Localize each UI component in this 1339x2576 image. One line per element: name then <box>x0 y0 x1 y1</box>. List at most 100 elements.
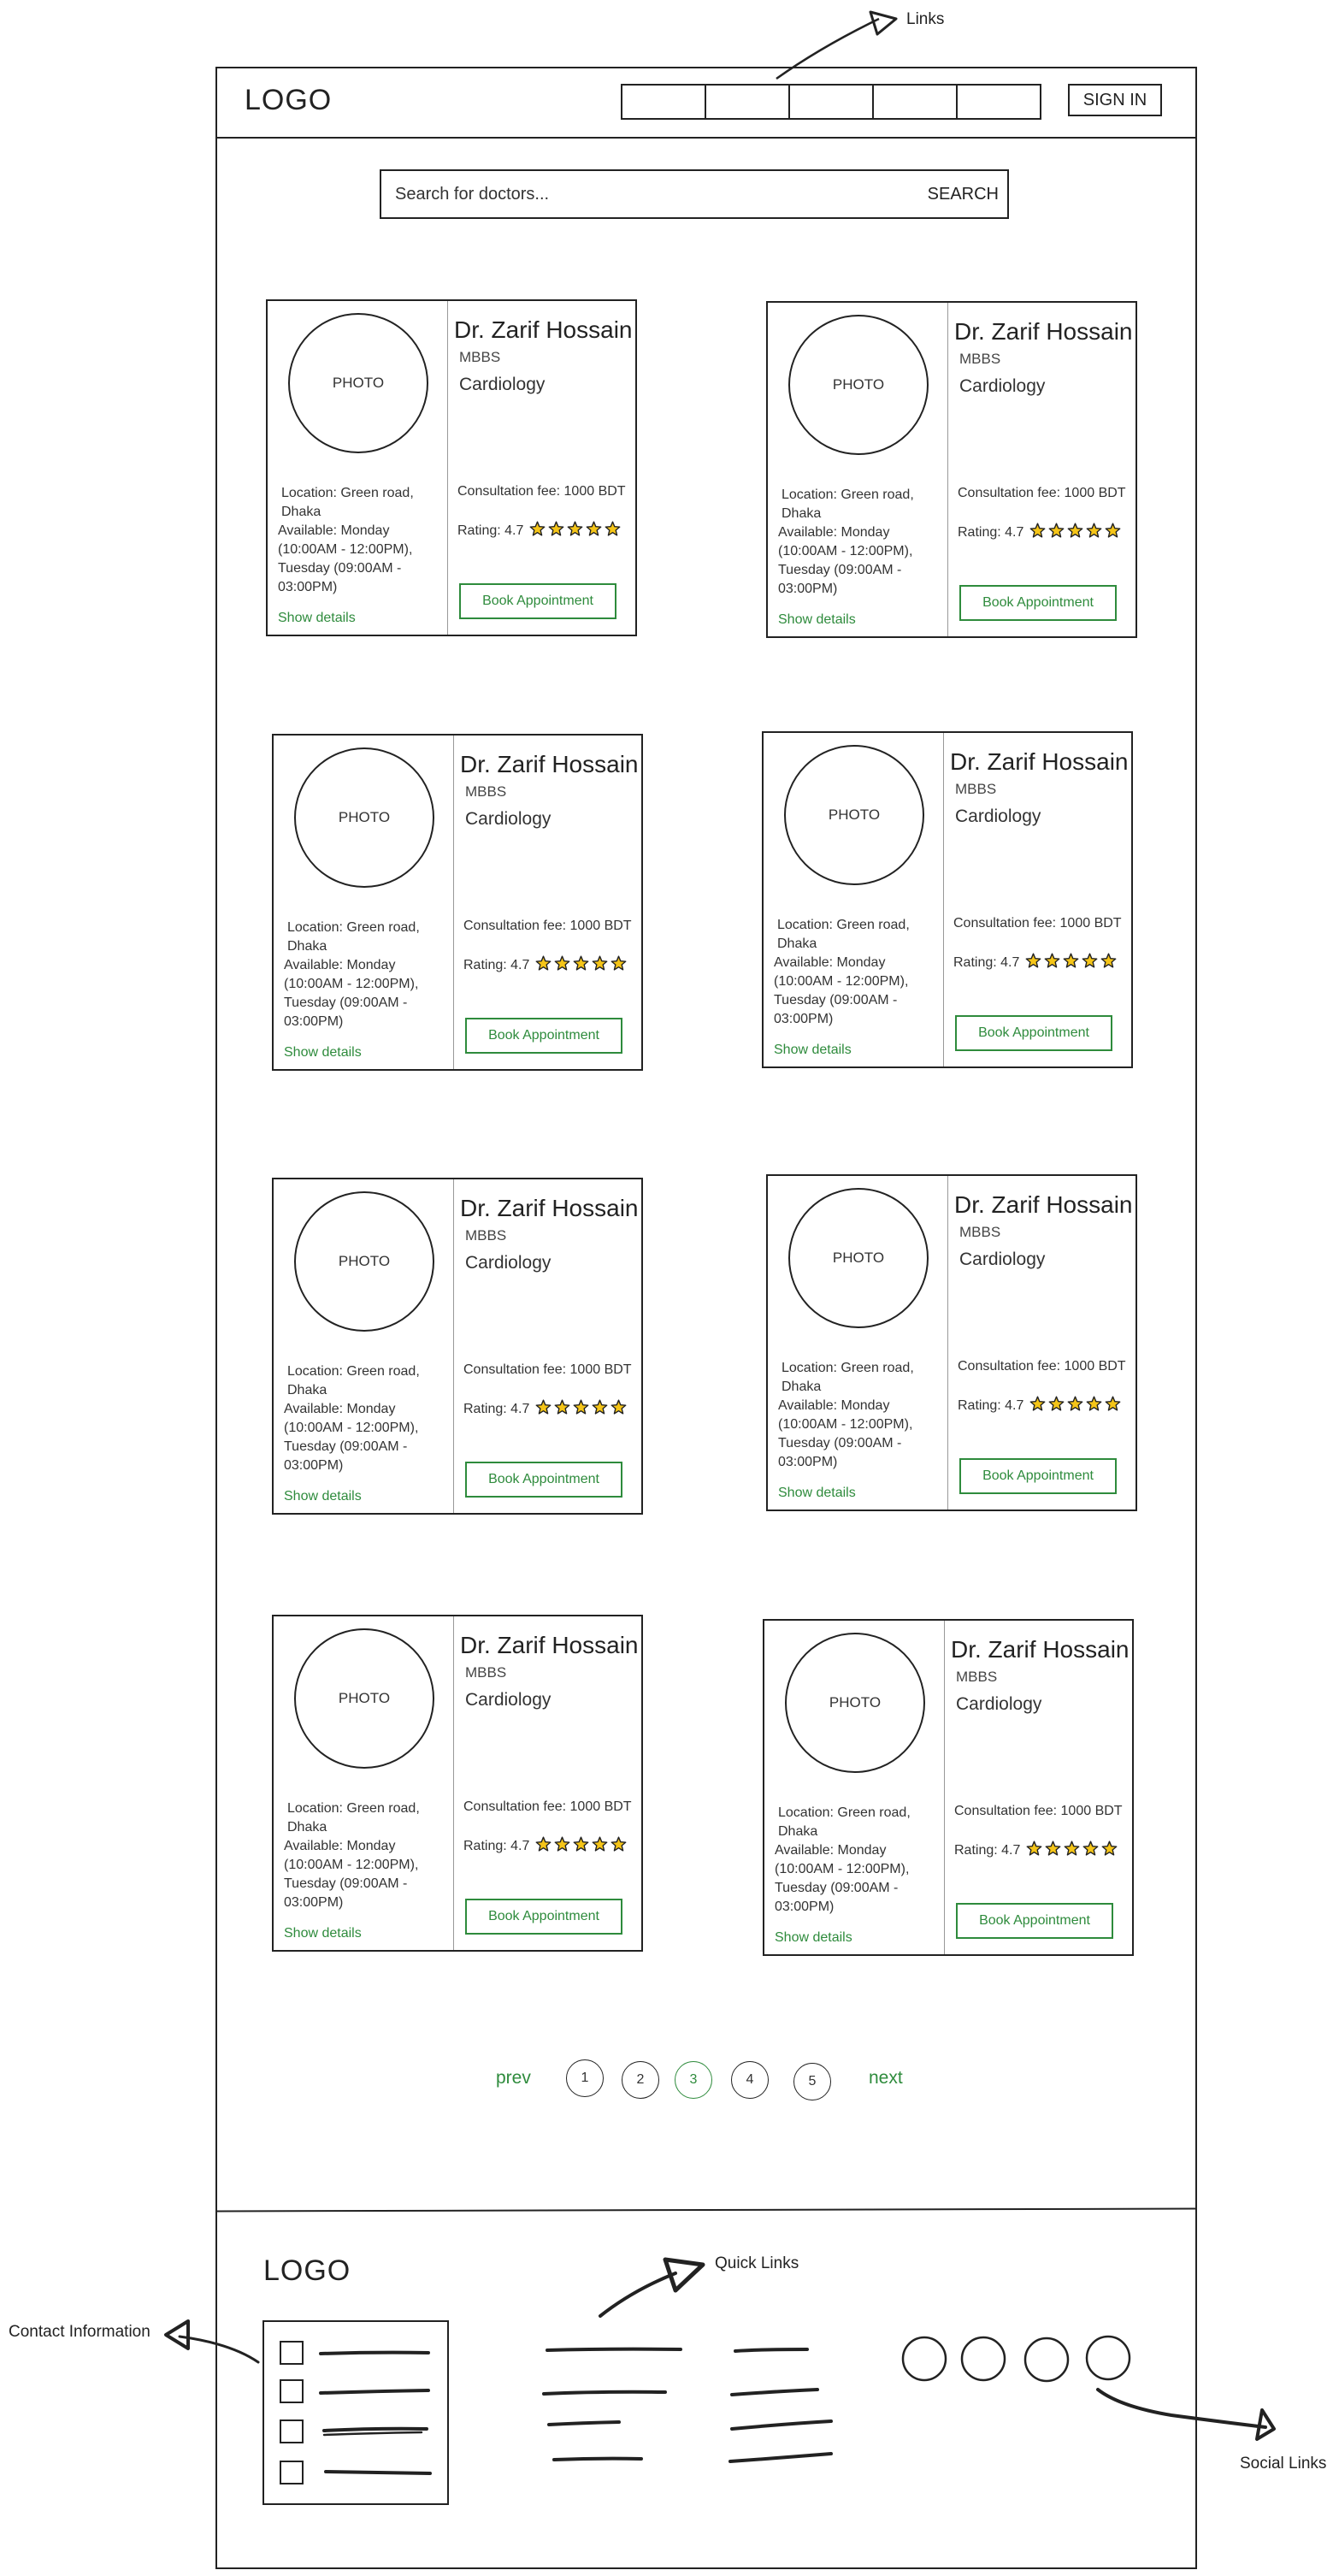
rating-label: Rating: 4.7 <box>954 1843 1021 1858</box>
book-appointment-button[interactable]: Book Appointment <box>959 1458 1117 1494</box>
card-divider <box>947 303 948 636</box>
search-bar: SEARCH <box>380 169 1009 219</box>
doctor-name: Dr. Zarif Hossain <box>951 1636 1130 1663</box>
doctor-location: Location: Green road, Dhaka <box>281 486 414 519</box>
pagination-page-3-current[interactable]: 3 <box>675 2061 712 2099</box>
doctor-name: Dr. Zarif Hossain <box>460 751 639 777</box>
star-icon <box>1082 1840 1100 1862</box>
pagination-prev[interactable]: prev <box>496 2068 531 2089</box>
consultation-fee: Consultation fee: 1000 BDT <box>463 1799 632 1814</box>
card-divider <box>453 736 454 1069</box>
doctor-rating: Rating: 4.7 <box>463 1398 628 1421</box>
nav-link-2[interactable] <box>706 86 790 118</box>
show-details-link[interactable]: Show details <box>284 1489 362 1504</box>
search-button[interactable]: SEARCH <box>928 185 999 204</box>
consultation-fee: Consultation fee: 1000 BDT <box>463 919 632 933</box>
star-icon <box>534 954 553 977</box>
consultation-fee: Consultation fee: 1000 BDT <box>953 916 1122 931</box>
doctor-rating: Rating: 4.7 <box>463 1835 628 1858</box>
rating-stars <box>1029 1395 1123 1417</box>
book-appointment-button[interactable]: Book Appointment <box>955 1015 1112 1051</box>
doctor-card: PHOTO Dr. Zarif Hossain MBBS Cardiology Loca… <box>763 1619 1134 1956</box>
pagination-page-4[interactable]: 4 <box>731 2061 769 2099</box>
show-details-link[interactable]: Show details <box>775 1930 852 1946</box>
nav-link-3[interactable] <box>790 86 874 118</box>
doctor-location: Location: Green road, Dhaka <box>782 487 914 521</box>
nav-links <box>621 84 1041 120</box>
book-appointment-button[interactable]: Book Appointment <box>465 1018 622 1054</box>
doctor-degree: MBBS <box>959 1224 1001 1240</box>
social-circle-icon[interactable] <box>1023 2337 1070 2383</box>
star-icon <box>1062 952 1081 974</box>
rating-stars <box>1029 522 1123 544</box>
footer-logo[interactable]: LOGO <box>263 2254 351 2288</box>
doctor-card: PHOTO Dr. Zarif Hossain MBBS Cardiology Loca… <box>272 1615 643 1952</box>
sign-in-button[interactable]: SIGN IN <box>1068 84 1162 116</box>
book-appointment-button[interactable]: Book Appointment <box>956 1903 1113 1939</box>
pagination-page-2[interactable]: 2 <box>622 2061 659 2099</box>
star-icon <box>1104 522 1123 544</box>
star-icon <box>610 954 628 977</box>
book-appointment-button[interactable]: Book Appointment <box>465 1899 622 1935</box>
doctor-specialty: Cardiology <box>465 1690 552 1710</box>
pagination-page-5[interactable]: 5 <box>793 2063 831 2100</box>
doctor-availability: Available: Monday (10:00AM - 12:00PM), T… <box>774 955 909 1026</box>
star-icon <box>566 520 585 542</box>
show-details-link[interactable]: Show details <box>774 1043 852 1058</box>
show-details-link[interactable]: Show details <box>278 611 356 626</box>
doctor-card: PHOTO Dr. Zarif Hossain MBBS Cardiology Loca… <box>766 1174 1137 1511</box>
consultation-fee: Consultation fee: 1000 BDT <box>457 484 626 499</box>
book-appointment-button[interactable]: Book Appointment <box>959 585 1117 621</box>
doctor-location: Location: Green road, Dhaka <box>778 1805 911 1839</box>
annotation-contact-information: Contact Information <box>9 2323 150 2341</box>
star-icon <box>572 1398 591 1421</box>
doctor-name: Dr. Zarif Hossain <box>460 1195 639 1221</box>
rating-label: Rating: 4.7 <box>953 955 1020 970</box>
show-details-link[interactable]: Show details <box>778 612 856 628</box>
star-icon <box>553 954 572 977</box>
doctor-degree: MBBS <box>955 781 997 797</box>
doctor-photo: PHOTO <box>785 1633 925 1773</box>
star-icon <box>1044 1840 1063 1862</box>
nav-link-1[interactable] <box>622 86 706 118</box>
annotation-links: Links <box>906 10 945 28</box>
card-divider <box>944 1621 945 1954</box>
show-details-link[interactable]: Show details <box>778 1486 856 1501</box>
doctor-availability: Available: Monday (10:00AM - 12:00PM), T… <box>278 523 413 594</box>
doctor-photo: PHOTO <box>294 1628 434 1769</box>
social-circle-icon[interactable] <box>901 2336 947 2382</box>
star-icon <box>572 1835 591 1858</box>
star-icon <box>1047 522 1066 544</box>
show-details-link[interactable]: Show details <box>284 1926 362 1941</box>
pagination-page-1[interactable]: 1 <box>566 2059 604 2097</box>
rating-stars <box>534 1835 628 1858</box>
star-icon <box>1063 1840 1082 1862</box>
doctor-specialty: Cardiology <box>959 376 1046 396</box>
social-circle-icon[interactable] <box>1085 2335 1131 2381</box>
doctor-availability: Available: Monday (10:00AM - 12:00PM), T… <box>778 525 913 596</box>
star-icon <box>1047 1395 1066 1417</box>
card-divider <box>447 301 448 635</box>
search-input[interactable] <box>393 183 872 205</box>
card-divider <box>453 1179 454 1513</box>
doctor-rating: Rating: 4.7 <box>954 1840 1119 1862</box>
doctor-card: PHOTO Dr. Zarif Hossain MBBS Cardiology Loca… <box>272 734 643 1071</box>
show-details-link[interactable]: Show details <box>284 1045 362 1061</box>
quick-links-list <box>542 2347 833 2463</box>
rating-label: Rating: 4.7 <box>958 1398 1024 1413</box>
doctor-availability: Available: Monday (10:00AM - 12:00PM), T… <box>775 1843 910 1914</box>
social-circle-icon[interactable] <box>960 2336 1006 2382</box>
header-logo[interactable]: LOGO <box>245 84 332 117</box>
star-icon <box>610 1835 628 1858</box>
book-appointment-button[interactable]: Book Appointment <box>459 583 616 619</box>
star-icon <box>1043 952 1062 974</box>
nav-link-5[interactable] <box>958 86 1040 118</box>
star-icon <box>1100 1840 1119 1862</box>
doctor-name: Dr. Zarif Hossain <box>954 1191 1133 1218</box>
social-links-arrow-icon <box>1096 2388 1276 2441</box>
rating-stars <box>1024 952 1118 974</box>
pagination-next[interactable]: next <box>869 2068 903 2089</box>
doctor-card: PHOTO Dr. Zarif Hossain MBBS Cardiology Loca… <box>266 299 637 636</box>
book-appointment-button[interactable]: Book Appointment <box>465 1462 622 1498</box>
nav-link-4[interactable] <box>874 86 958 118</box>
